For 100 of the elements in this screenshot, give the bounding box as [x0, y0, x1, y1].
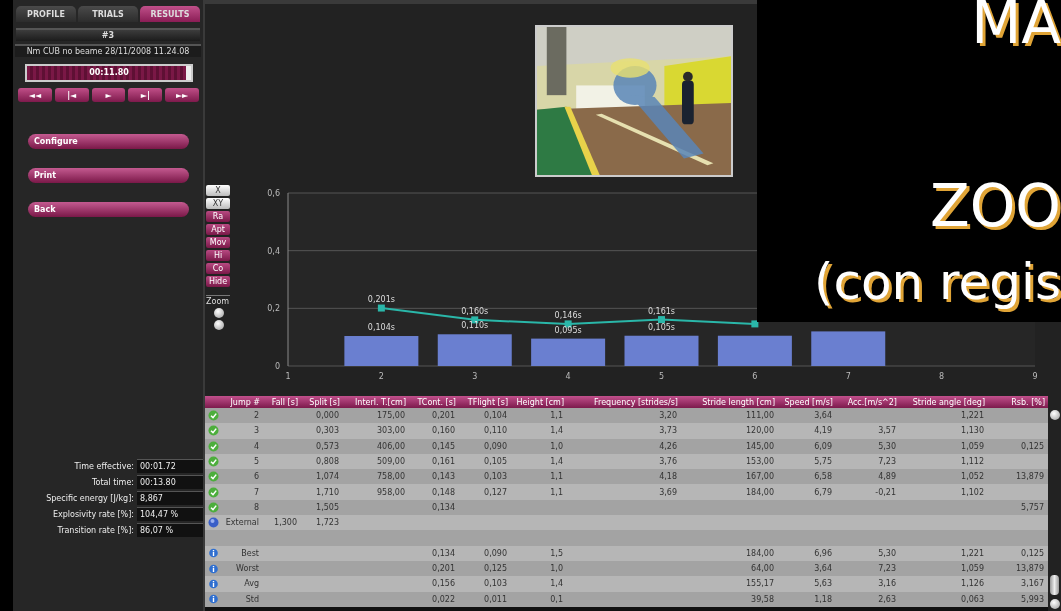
table-cell-text: 167,00 [745, 472, 775, 482]
table-cell-text: 1,4 [549, 426, 564, 436]
data-label: 0,201s [367, 295, 395, 305]
table-cell-text: 3,20 [658, 411, 678, 421]
chart-tool-button[interactable]: Ra [206, 211, 230, 222]
table-cell-text: 1,1 [549, 472, 564, 482]
timeline-time: 00:11.80 [88, 68, 130, 77]
stat-value: 00:13.80 [137, 475, 203, 489]
transport-button[interactable]: ◄◄ [18, 88, 52, 102]
table-row[interactable]: 7 1,710 958,00 0,148 0,127 1,1 3,69 184,00 6,79 -0,21 1,102 [205, 484, 1048, 500]
table-cell-text: 3,64 [813, 411, 833, 421]
table-cell-text: 1,221 [960, 548, 985, 558]
table-cell-text: 1,0 [549, 564, 564, 574]
table-cell-text: 0,303 [315, 426, 340, 436]
table-cell-text: Std [244, 594, 260, 604]
scroll-down-icon[interactable] [1049, 599, 1060, 609]
check-icon [208, 410, 219, 422]
stat-value: 8,867 [137, 491, 203, 505]
action-button[interactable]: Print [28, 168, 189, 183]
timeline-slider[interactable]: 00:11.80 [25, 64, 193, 82]
transport-button[interactable]: ►► [165, 88, 199, 102]
transport-button[interactable]: ► [91, 88, 126, 102]
table-row[interactable]: Avg 0,156 0,103 1,4 155,17 5,63 3,16 1,126 3,167 [205, 576, 1048, 592]
x-tick-label: 6 [752, 372, 758, 381]
chart-tool-button[interactable]: Mov [206, 237, 230, 248]
table-row[interactable]: 6 1,074 758,00 0,143 0,103 1,1 4,18 167,00 6,58 4,89 1,052 13,879 [205, 469, 1048, 485]
line-point [658, 316, 665, 324]
overlay-title: (con regis [813, 257, 1061, 307]
scrollbar[interactable] [1048, 396, 1061, 611]
table-cell-text: 406,00 [376, 441, 406, 451]
table-cell-text: 0,125 [1020, 548, 1045, 558]
chart-tool-button[interactable]: Co [206, 263, 230, 274]
column-header[interactable]: Rsb. [%] [988, 397, 1048, 407]
table-cell-text: 3,76 [658, 457, 678, 467]
chart-tool-button[interactable]: X [206, 185, 230, 196]
data-label: 0,095s [554, 325, 582, 335]
table-cell-text: 1,300 [273, 518, 298, 528]
info-icon [209, 548, 218, 559]
column-header[interactable]: Jump # [221, 397, 263, 407]
table-row[interactable]: External 1,300 1,723 [205, 515, 1048, 531]
chart-tool-button[interactable]: Hide [206, 276, 230, 287]
table-cell-text: 1,221 [960, 411, 985, 421]
table-cell-text: 3,57 [877, 426, 897, 436]
check-icon [208, 456, 219, 468]
chart-tool-button[interactable]: XY [206, 198, 230, 209]
table-row[interactable]: 2 0,000 175,00 0,201 0,104 1,1 3,20 111,00 3,64 1,221 [205, 408, 1048, 424]
table-cell-text: 4,18 [658, 472, 678, 482]
chart-tool-button[interactable]: Apt [206, 224, 230, 235]
column-header[interactable]: Split [s] [301, 397, 343, 407]
dot-icon [208, 517, 219, 529]
column-header[interactable]: TCont. [s] [409, 397, 459, 407]
column-header[interactable]: Height [cm] [511, 397, 567, 407]
zoom-radio[interactable] [214, 320, 224, 330]
tab[interactable]: RESULTS [140, 6, 200, 22]
scroll-thumb[interactable] [1050, 575, 1059, 595]
stat-label: Total time: [91, 477, 135, 487]
y-tick-label: 0,6 [267, 189, 280, 198]
table-cell-text: 1,130 [960, 426, 985, 436]
table-row[interactable]: 3 0,303 303,00 0,160 0,110 1,4 3,73 120,00 4,19 3,57 1,130 [205, 423, 1048, 439]
table-cell-text: 111,00 [745, 411, 775, 421]
table-cell-text: 3,64 [813, 564, 833, 574]
table-cell-text: 8 [252, 502, 260, 512]
tab[interactable]: PROFILE [16, 6, 76, 22]
action-button[interactable]: Configure [28, 134, 189, 149]
table-cell-text: 0,161 [431, 457, 456, 467]
table-cell-text: Best [240, 548, 260, 558]
table-cell-text: 1,723 [315, 518, 340, 528]
scroll-up-icon[interactable] [1049, 410, 1060, 420]
chart-tool-button[interactable]: Hi [206, 250, 230, 261]
column-header[interactable]: Stride angle [deg] [900, 397, 988, 407]
table-cell-text: 303,00 [376, 426, 406, 436]
column-header[interactable]: Speed [m/s] [778, 397, 836, 407]
zoom-radio[interactable] [214, 308, 224, 318]
table-cell-text: 184,00 [745, 548, 775, 558]
column-header[interactable]: Acc.[m/s^2] [836, 397, 900, 407]
column-header[interactable]: TFlight [s] [459, 397, 511, 407]
transport-button[interactable]: ►| [128, 88, 163, 102]
column-header[interactable]: Frequency [strides/s] [567, 397, 681, 407]
trial-info: Nm CUB no beame 28/11/2008 11.24.08 [15, 44, 201, 57]
line-point [564, 320, 572, 328]
info-icon [209, 578, 218, 589]
table-cell-text: 64,00 [750, 564, 775, 574]
stat-value: 00:01.72 [137, 459, 203, 473]
tab[interactable]: TRIALS [78, 6, 138, 22]
table-cell-text: 4,89 [877, 472, 897, 482]
data-label: 0,146s [554, 310, 582, 320]
stat-label: Time effective: [73, 461, 135, 471]
data-label: 0,160s [461, 306, 489, 316]
action-button[interactable]: Back [28, 202, 189, 217]
table-cell-text: 13,879 [1015, 564, 1045, 574]
overlay-title: MA [971, 0, 1061, 52]
column-header[interactable]: Stride length [cm] [681, 397, 778, 407]
table-cell-text: 5,30 [877, 441, 897, 451]
column-header[interactable]: Interl. T.[cm] [343, 397, 409, 407]
x-tick-label: 3 [472, 372, 478, 381]
table-cell-text: 0,1 [549, 594, 564, 604]
transport-button[interactable]: |◄ [54, 88, 89, 102]
check-icon [208, 486, 219, 498]
column-header[interactable]: Fall [s] [263, 397, 301, 407]
check-icon [208, 440, 219, 452]
